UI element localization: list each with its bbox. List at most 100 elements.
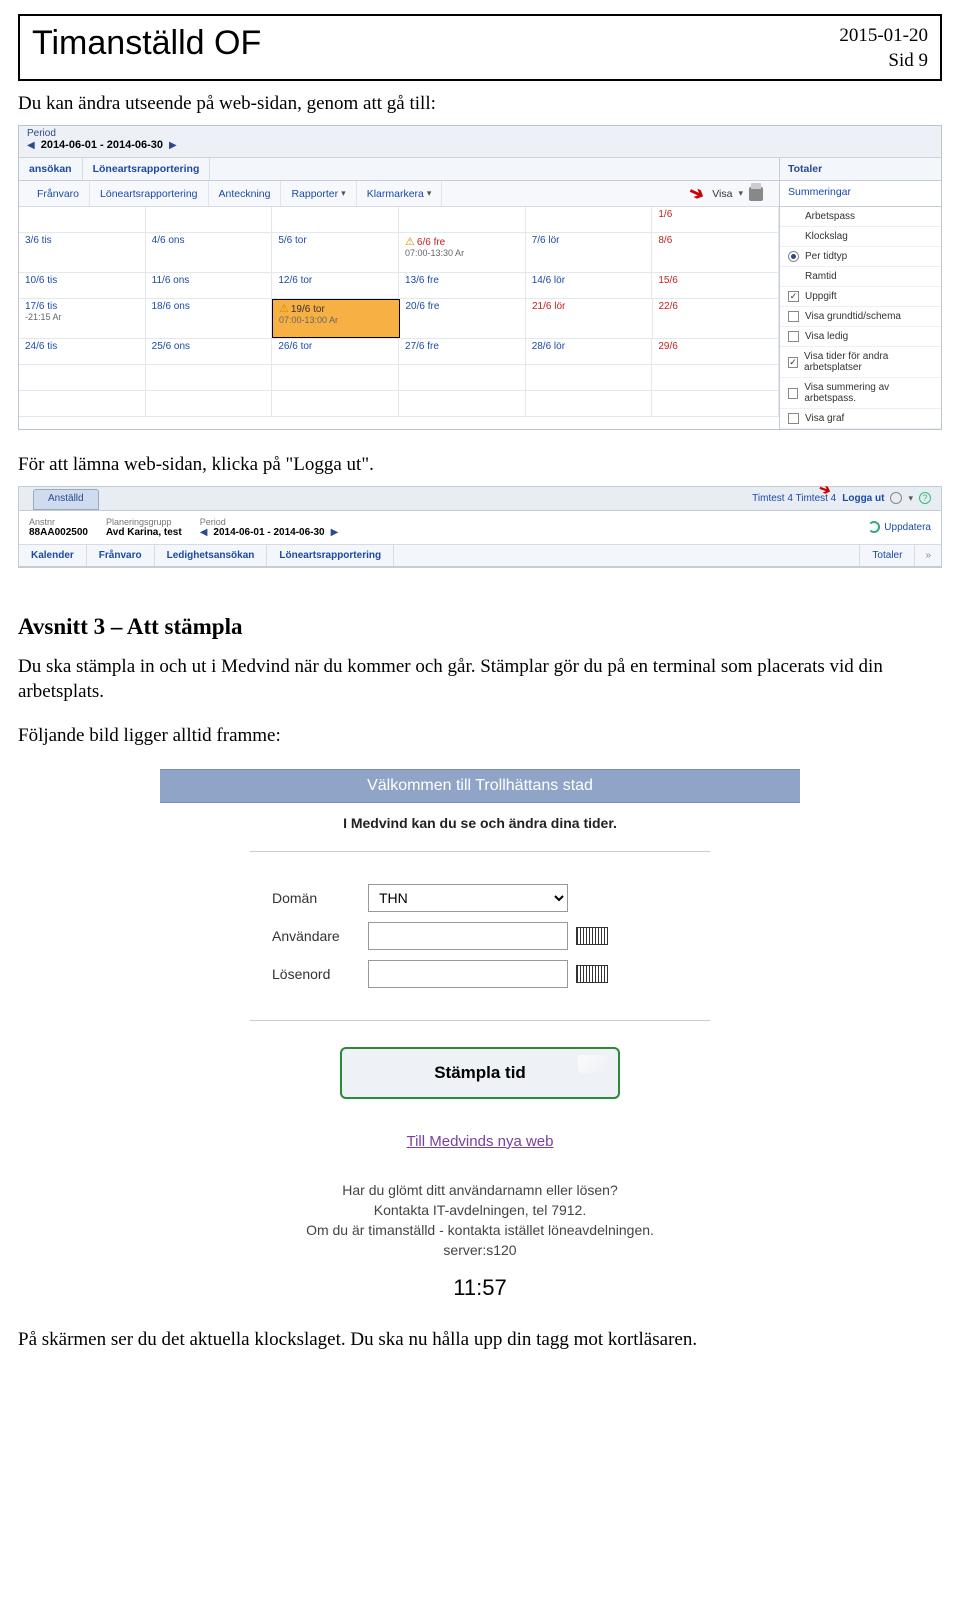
calendar-cell[interactable]: 28/6 lör <box>526 339 653 364</box>
logout-link[interactable]: Logga ut <box>842 493 884 504</box>
visa-dropdown[interactable]: Visa ▾ <box>704 187 771 201</box>
side-option[interactable]: Visa summering av arbetspass. <box>780 378 941 409</box>
calendar-cell[interactable]: 8/6 <box>652 233 779 272</box>
calendar-cell[interactable]: 24/6 tis <box>19 339 146 364</box>
calendar-cell[interactable]: 17/6 tis-21:15 Ar <box>19 299 146 338</box>
tab-kalender[interactable]: Kalender <box>19 545 87 566</box>
screenshot-header: Anställd ➔ Timtest 4 Timtest 4 Logga ut … <box>18 486 942 568</box>
calendar-cell[interactable]: 19/6 tor07:00-13:00 Ar <box>272 299 400 338</box>
medvind-nya-web-link[interactable]: Till Medvinds nya web <box>160 1133 800 1150</box>
tab-ledighetsansokan[interactable]: Ledighetsansökan <box>155 545 268 566</box>
calendar-cell[interactable] <box>399 365 526 390</box>
calendar-cell[interactable]: 29/6 <box>652 339 779 364</box>
calendar-cell[interactable] <box>526 365 653 390</box>
calendar-cell[interactable]: 12/6 tor <box>272 273 399 298</box>
toolbar-rapporter[interactable]: Rapporter▾ <box>281 181 356 206</box>
calendar-cell[interactable] <box>399 207 526 232</box>
toolbar-franvaro[interactable]: Frånvaro <box>27 181 90 206</box>
calendar-cell[interactable] <box>19 391 146 416</box>
period-next-icon[interactable]: ▶ <box>331 527 339 538</box>
toolbar-loneartsrapportering[interactable]: Löneartsrapportering <box>90 181 208 206</box>
calendar-cell[interactable]: 5/6 tor <box>272 233 399 272</box>
toolbar-anteckning[interactable]: Anteckning <box>209 181 282 206</box>
calendar-cell[interactable] <box>146 365 273 390</box>
calendar-cell[interactable]: 15/6 <box>652 273 779 298</box>
calendar-cell[interactable]: 26/6 tor <box>272 339 399 364</box>
domain-label: Domän <box>250 890 360 906</box>
checkbox-icon <box>788 331 799 342</box>
calendar-cell[interactable]: 22/6 <box>653 299 780 338</box>
side-option[interactable]: Visa grundtid/schema <box>780 307 941 327</box>
side-option-label: Visa summering av arbetspass. <box>804 382 933 404</box>
calendar-cell[interactable]: 6/6 fre07:00-13:30 Ar <box>399 233 526 272</box>
period-prev-icon[interactable]: ◀ <box>200 527 208 538</box>
calendar-cell[interactable] <box>652 391 779 416</box>
calendar-cell[interactable] <box>146 207 273 232</box>
calendar-cell[interactable]: 27/6 fre <box>399 339 526 364</box>
side-option[interactable]: ✓Visa tider för andra arbetsplatser <box>780 347 941 378</box>
planeringsgrupp-block: Planeringsgrupp Avd Karina, test <box>106 517 182 538</box>
calendar-cell[interactable]: 3/6 tis <box>19 233 146 272</box>
calendar-cell[interactable]: 10/6 tis <box>19 273 146 298</box>
side-option-label: Visa graf <box>805 413 844 424</box>
period-value: 2014-06-01 - 2014-06-30 <box>213 527 324 538</box>
side-sub-summeringar[interactable]: Summeringar <box>779 181 941 207</box>
calendar-cell[interactable]: 4/6 ons <box>146 233 273 272</box>
tab-franvaro[interactable]: Frånvaro <box>87 545 155 566</box>
side-option[interactable]: ✓Uppgift <box>780 287 941 307</box>
calendar-cell[interactable] <box>19 207 146 232</box>
side-head-totaler[interactable]: Totaler <box>779 158 941 181</box>
calendar-cell[interactable] <box>399 391 526 416</box>
calendar-cell[interactable] <box>526 391 653 416</box>
side-option[interactable]: Visa graf <box>780 409 941 429</box>
calendar-cell[interactable]: 21/6 lör <box>526 299 653 338</box>
calendar-cell[interactable] <box>19 365 146 390</box>
side-option[interactable]: Arbetspass <box>780 207 941 227</box>
period-next-icon[interactable]: ▶ <box>169 140 177 151</box>
checkbox-icon <box>788 388 798 399</box>
outro-text: På skärmen ser du det aktuella klockslag… <box>18 1327 942 1353</box>
side-option[interactable]: Ramtid <box>780 267 941 287</box>
tab-loneartsrapportering[interactable]: Löneartsrapportering <box>83 158 211 180</box>
calendar-cell[interactable]: 1/6 <box>652 207 779 232</box>
calendar-cell[interactable]: 14/6 lör <box>526 273 653 298</box>
side-option[interactable]: Klockslag <box>780 227 941 247</box>
calendar-cell[interactable] <box>146 391 273 416</box>
login-banner: Välkommen till Trollhättans stad <box>160 769 800 803</box>
tab-ansokan[interactable]: ansökan <box>19 158 83 180</box>
help-line-2: Kontakta IT-avdelningen, tel 7912. <box>160 1200 800 1220</box>
calendar-cell[interactable]: 25/6 ons <box>146 339 273 364</box>
side-option[interactable]: Visa ledig <box>780 327 941 347</box>
side-option[interactable]: Per tidtyp <box>780 247 941 267</box>
calendar-cell[interactable] <box>272 365 399 390</box>
calendar-cell[interactable]: 7/6 lör <box>526 233 653 272</box>
chevron-down-icon: ▾ <box>908 493 913 504</box>
toolbar-klarmarkera[interactable]: Klarmarkera▾ <box>357 181 443 206</box>
top-tabs: ansökan Löneartsrapportering <box>19 158 779 181</box>
domain-select[interactable]: THN <box>368 884 568 912</box>
calendar-cell[interactable] <box>526 207 653 232</box>
period-prev-icon[interactable]: ◀ <box>27 140 35 151</box>
keyboard-icon[interactable] <box>576 965 608 983</box>
tab-loneartsrapportering[interactable]: Löneartsrapportering <box>267 545 394 566</box>
calendar-cell[interactable] <box>272 391 399 416</box>
side-option-label: Visa grundtid/schema <box>805 311 901 322</box>
calendar-cell[interactable]: 18/6 ons <box>146 299 273 338</box>
period-bar: Period ◀ 2014-06-01 - 2014-06-30 ▶ <box>19 126 941 158</box>
stampla-tid-button[interactable]: Stämpla tid <box>340 1047 620 1099</box>
calendar-cell[interactable]: 20/6 fre <box>400 299 527 338</box>
tab-totaler[interactable]: Totaler <box>859 545 914 566</box>
password-input[interactable] <box>368 960 568 988</box>
uppdatera-link[interactable]: Uppdatera <box>868 521 931 533</box>
tab-anstalld[interactable]: Anställd <box>33 489 99 510</box>
chevron-right-icon[interactable]: » <box>914 545 941 566</box>
keyboard-icon[interactable] <box>576 927 608 945</box>
calendar-cell[interactable]: 13/6 fre <box>399 273 526 298</box>
gear-icon[interactable] <box>890 492 902 504</box>
print-icon[interactable] <box>749 187 763 201</box>
calendar-cell[interactable]: 11/6 ons <box>146 273 273 298</box>
calendar-cell[interactable] <box>652 365 779 390</box>
user-input[interactable] <box>368 922 568 950</box>
help-icon[interactable]: ? <box>919 492 931 504</box>
calendar-cell[interactable] <box>272 207 399 232</box>
